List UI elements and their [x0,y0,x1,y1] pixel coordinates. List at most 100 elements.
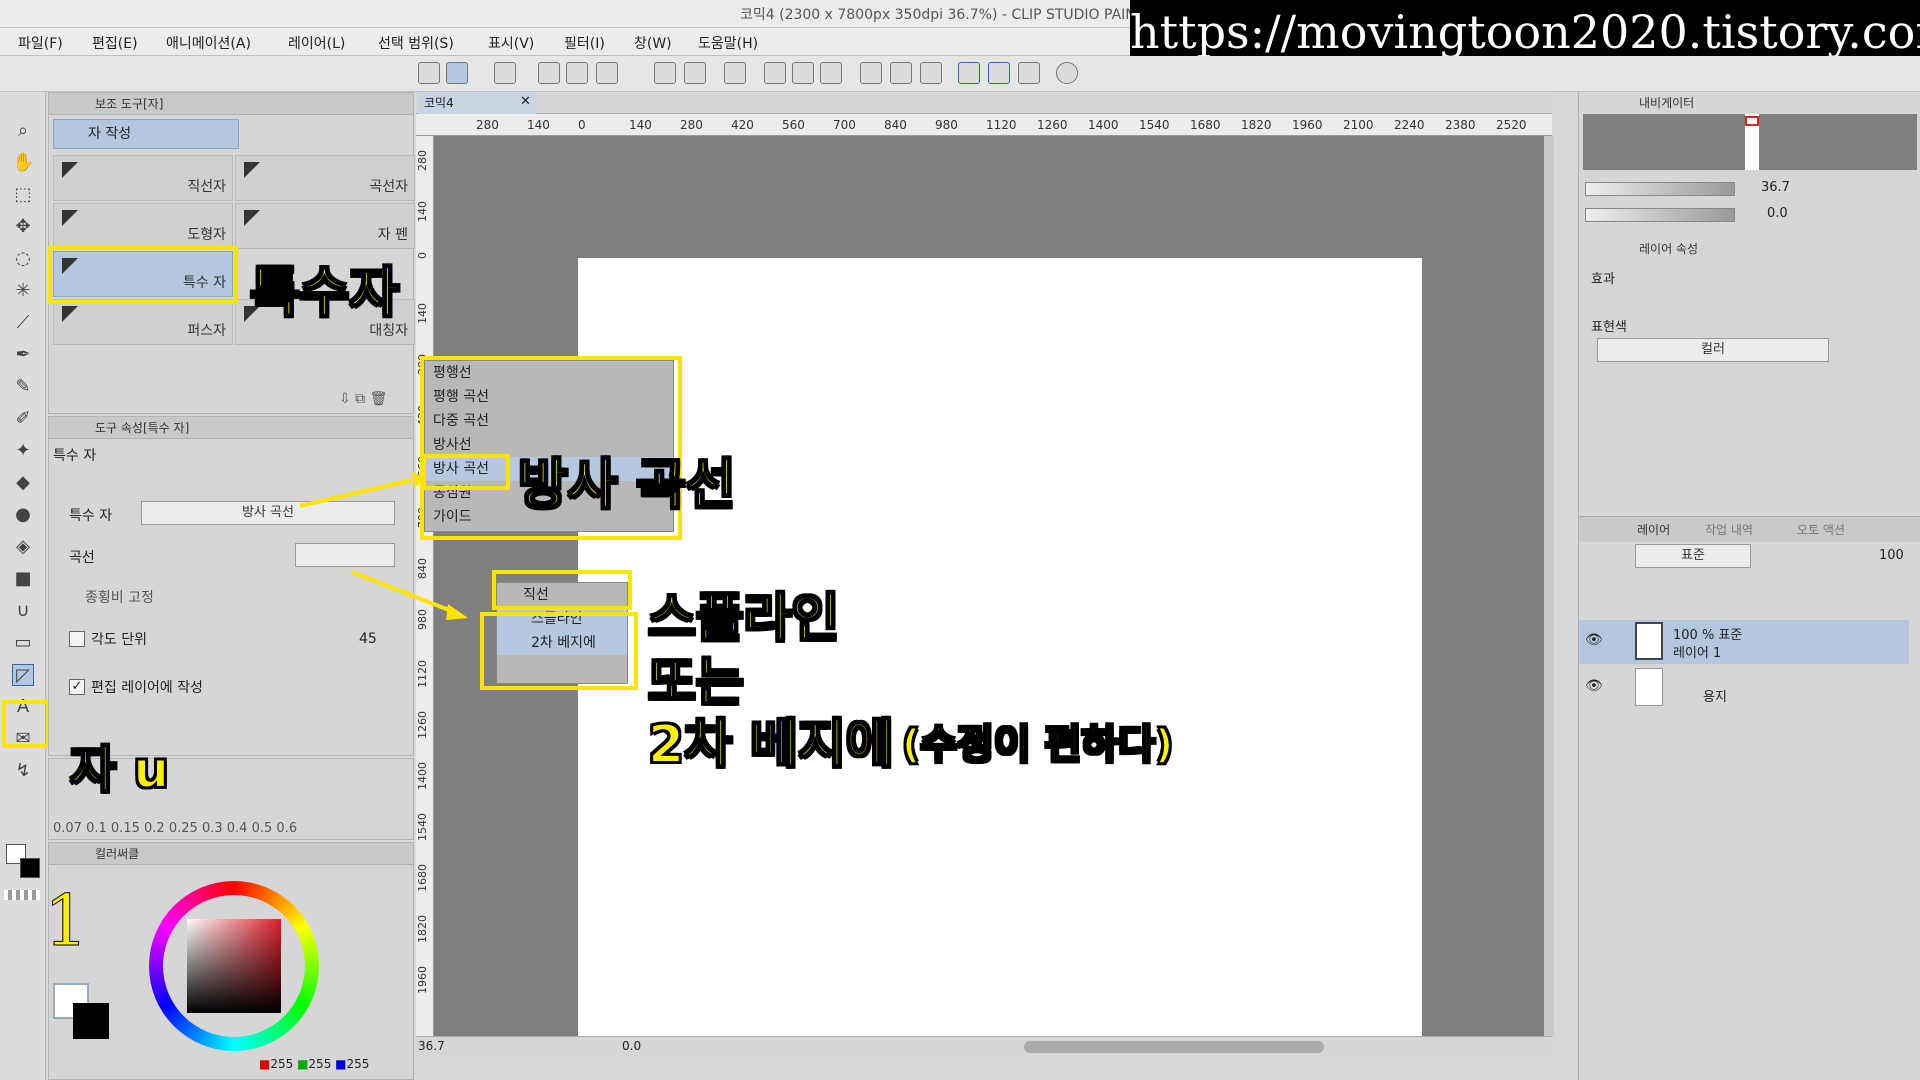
subtool-panel-actions-icon[interactable]: ⇩ ⧉ 🗑 [339,391,387,407]
layer-opacity[interactable]: 100 [1879,548,1904,563]
navigator-zoom[interactable]: 36.7 [1761,180,1790,195]
crop-icon[interactable] [920,62,942,84]
zoom-icon[interactable]: ⌕ [12,120,34,142]
menu-file[interactable]: 파일(F) [18,33,63,53]
menu-layer[interactable]: 레이어(L) [288,33,345,53]
lasso-icon[interactable]: ◌ [12,248,34,270]
ruler-tick: 2520 [1496,118,1527,132]
subtool-ruler-pen[interactable]: 자 펜 [235,203,415,249]
eyedropper-icon[interactable]: ⟋ [12,312,34,334]
color-square[interactable] [187,919,281,1013]
ruler-tick: 140 [416,303,429,324]
redo-icon[interactable] [684,62,706,84]
vertical-scrollbar[interactable] [1544,136,1554,1036]
figure-icon[interactable]: ∪ [12,600,34,622]
transparent-swatch[interactable] [4,890,40,900]
zoom-slider[interactable] [1585,182,1735,196]
loading-icon[interactable] [724,62,746,84]
navigator-tab[interactable]: 내비게이터 [1639,92,1694,114]
menu-edit[interactable]: 편집(E) [92,33,138,53]
navigator-preview[interactable] [1583,114,1917,170]
pencil-icon[interactable]: ✎ [12,376,34,398]
undo-icon[interactable] [654,62,676,84]
snap-special-ruler-icon[interactable] [988,62,1010,84]
subtool-straight-ruler[interactable]: 직선자 [53,155,233,201]
right-dock: 내비게이터 36.7 0.0 레이어 속성 효과 표현색 컬러 레이어 작업 내… [1578,92,1920,1080]
frame-icon[interactable]: ▭ [12,632,34,654]
navigator-angle[interactable]: 0.0 [1767,206,1788,221]
magic-wand-icon[interactable]: ✳ [12,280,34,302]
ruler-tick: 280 [476,118,499,132]
ruler-tick: 1960 [416,966,429,994]
clear-icon[interactable] [764,62,786,84]
close-tab-icon[interactable]: ✕ [520,94,531,109]
ruler-icon [244,210,260,226]
spiral-icon[interactable] [494,62,516,84]
edit-layer-checkbox[interactable]: ✓ [69,679,85,695]
menu-selection[interactable]: 선택 범위(S) [378,33,454,53]
angle-step-value[interactable]: 45 [359,631,377,647]
ruler-icon [62,210,78,226]
ruler-tool-icon[interactable]: ◸ [12,664,34,686]
subtool-curve-ruler[interactable]: 곡선자 [235,155,415,201]
ruler-tick: 140 [629,118,652,132]
subtool-figure-ruler[interactable]: 도형자 [53,203,233,249]
history-tab[interactable]: 작업 내역 [1705,519,1753,541]
layer-tab[interactable]: 레이어 [1637,519,1670,541]
ruler-tick: 0 [416,252,429,259]
menu-window[interactable]: 창(W) [634,33,672,53]
subtool-perspective-ruler[interactable]: 퍼스자 [53,299,233,345]
layer-property-tab[interactable]: 레이어 속성 [1639,238,1698,260]
auto-action-tab[interactable]: 오토 액션 [1797,519,1845,541]
edit-layer-label: 편집 레이어에 작성 [91,680,203,696]
fill-icon[interactable] [792,62,814,84]
gradient-icon[interactable]: ■ [12,568,34,590]
ruler-tick: 1820 [1241,118,1272,132]
operation-icon[interactable]: ⬚ [12,184,34,206]
hand-icon[interactable]: ✋ [12,152,34,174]
eye-icon[interactable]: 👁 [1585,632,1603,648]
new-file-icon[interactable] [538,62,560,84]
arrow-to-curve-menu [351,570,455,614]
menu-help[interactable]: 도움말(H) [698,33,758,53]
eye-icon[interactable]: 👁 [1585,678,1603,694]
menu-icon[interactable] [418,62,440,84]
menu-animation[interactable]: 애니메이션(A) [166,33,251,53]
special-ruler-label: 특수 자 [69,508,113,524]
layer-row-paper[interactable]: 👁 용지 [1579,666,1909,710]
pen-icon[interactable]: ✒ [12,344,34,366]
snap-grid-icon[interactable] [1018,62,1040,84]
zoom-readout[interactable]: 36.7 [418,1039,445,1053]
blend-icon[interactable]: ● [12,504,34,526]
expression-color-select[interactable]: 컬러 [1597,338,1829,362]
correct-line-icon[interactable]: ↯ [12,760,34,782]
transform-icon[interactable] [820,62,842,84]
brush-size-list[interactable]: 0.07 0.1 0.15 0.2 0.25 0.3 0.4 0.5 0.6 [53,821,383,836]
menu-view[interactable]: 표시(V) [488,33,534,53]
open-folder-icon[interactable] [566,62,588,84]
sub-color-swatch[interactable] [20,858,40,878]
menu-filter[interactable]: 필터(I) [564,33,605,53]
edit-icon[interactable] [446,62,468,84]
annotation-radial-curve: 방사 곡선 [517,452,737,517]
angle-step-checkbox[interactable] [69,631,85,647]
deselect-icon[interactable] [860,62,882,84]
blend-mode-select[interactable]: 표준 [1635,544,1751,568]
eraser-icon[interactable]: ◆ [12,472,34,494]
help-icon[interactable] [1056,62,1078,84]
curve-label: 곡선 [69,550,95,566]
brush-icon[interactable]: ✐ [12,408,34,430]
ruler-tick: 1260 [416,711,429,739]
horizontal-scrollbar[interactable] [1024,1041,1324,1053]
rotate-readout[interactable]: 0.0 [622,1039,641,1053]
layer-row-1[interactable]: 👁 100 % 표준 레이어 1 [1579,620,1909,664]
snap-ruler-icon[interactable] [958,62,980,84]
canvas-tab[interactable]: 코믹4 [418,92,536,114]
move-icon[interactable]: ✥ [12,216,34,238]
subtool-group-tab[interactable]: 자 작성 [53,119,239,149]
invert-selection-icon[interactable] [890,62,912,84]
fill-bucket-icon[interactable]: ◈ [12,536,34,558]
rotate-slider[interactable] [1585,208,1735,222]
export-icon[interactable] [596,62,618,84]
decoration-icon[interactable]: ✦ [12,440,34,462]
